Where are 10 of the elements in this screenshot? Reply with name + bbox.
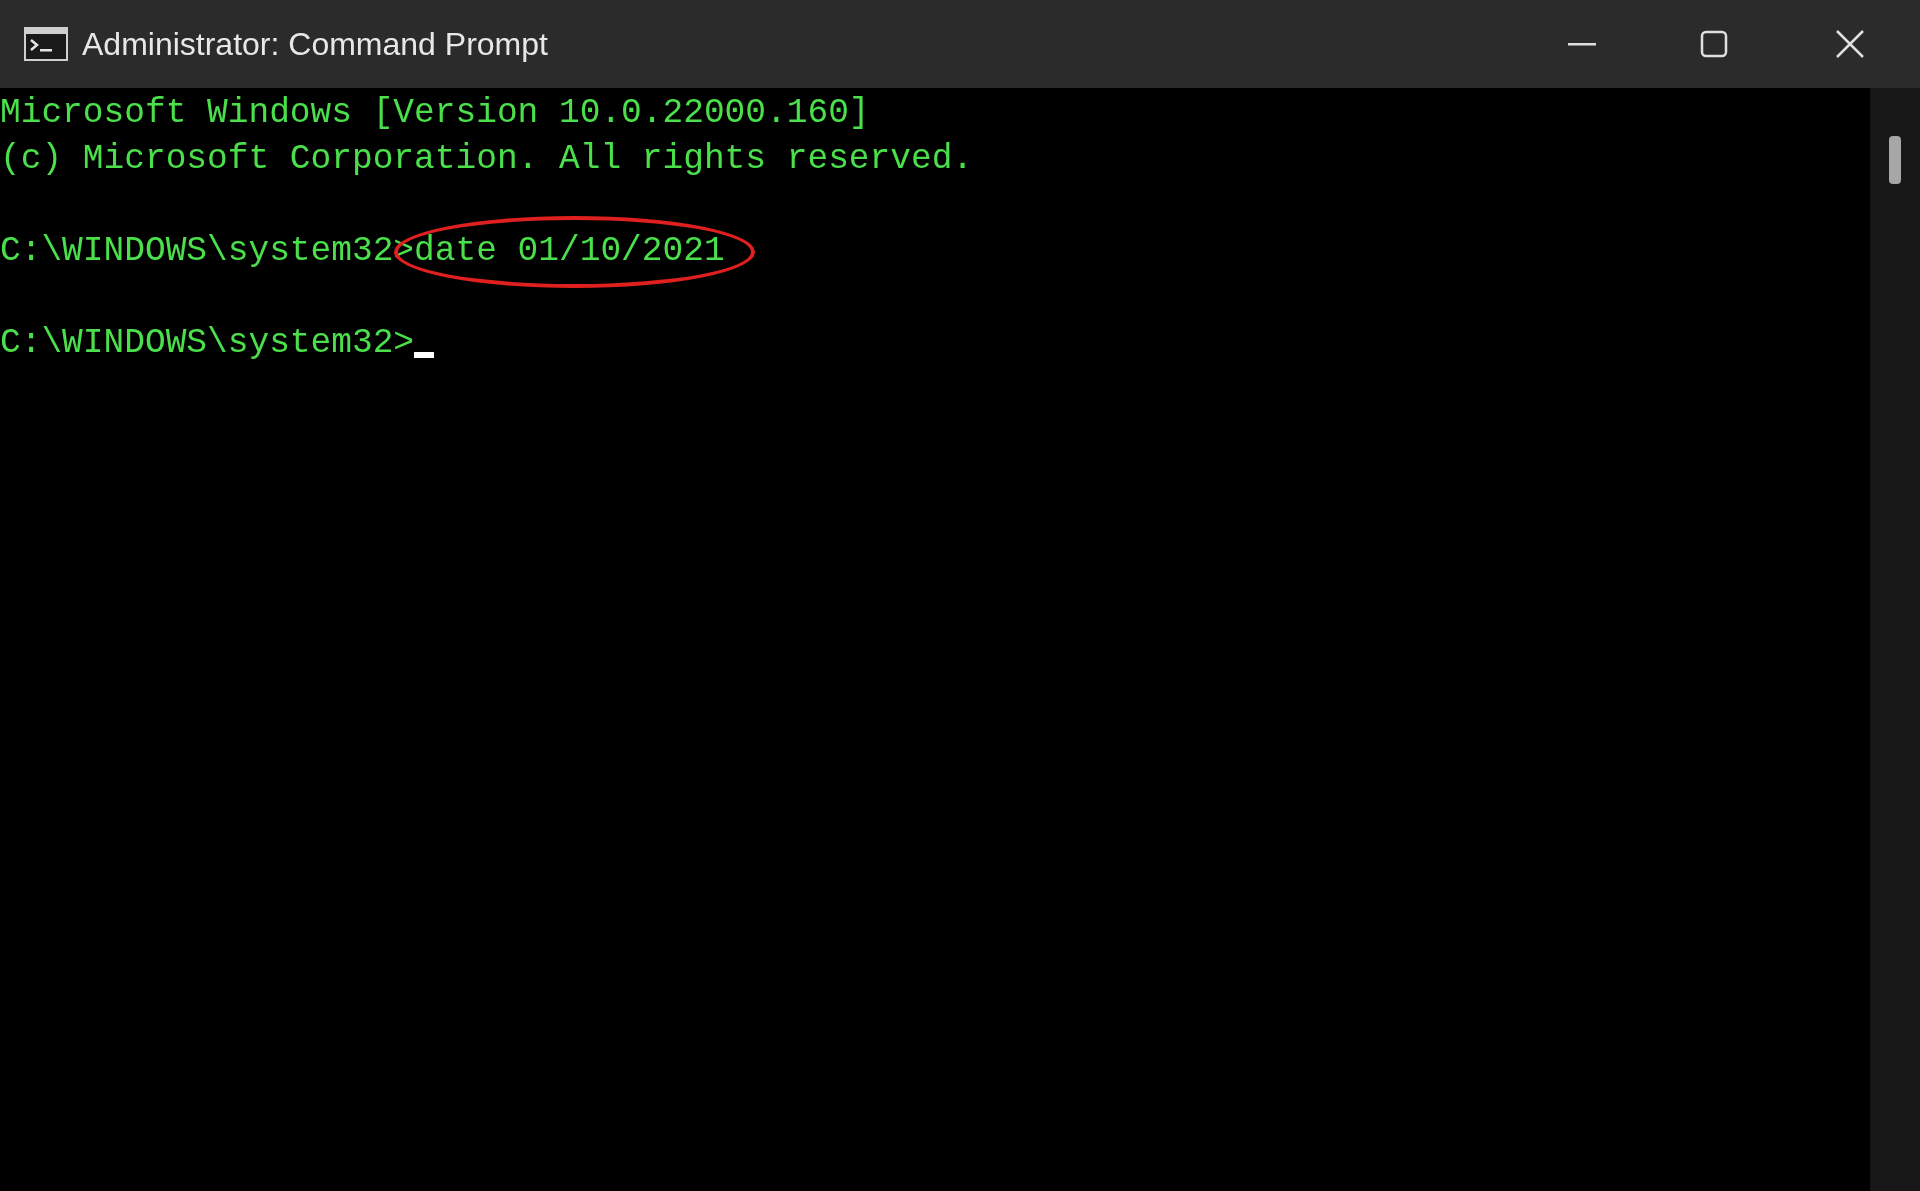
maximize-icon <box>1700 30 1728 58</box>
console-output: Microsoft Windows [Version 10.0.22000.160] <box>0 92 870 134</box>
scrollbar-thumb[interactable] <box>1889 136 1901 184</box>
console-output: (c) Microsoft Corporation. All rights reserved. <box>0 138 974 180</box>
typed-command: date 01/10/2021 <box>414 231 725 270</box>
minimize-icon <box>1568 42 1596 46</box>
close-icon <box>1835 29 1865 59</box>
command-prompt: C:\WINDOWS\system32> <box>0 322 415 364</box>
window-title: Administrator: Command Prompt <box>82 25 548 64</box>
console-icon <box>24 27 68 61</box>
